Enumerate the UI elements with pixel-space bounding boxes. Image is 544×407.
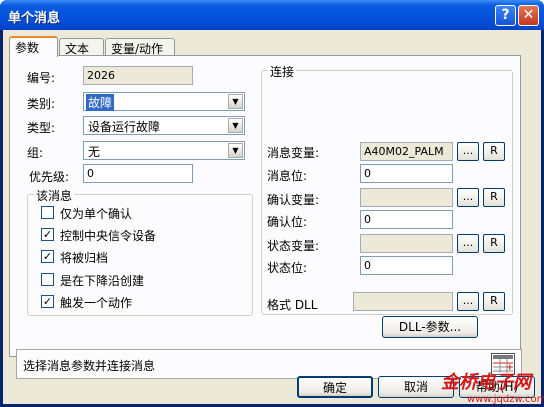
status-bit-field[interactable]: 0 [360,256,453,275]
status-var-label: 状态变量: [267,239,320,253]
status-var-browse-button[interactable]: ... [457,234,479,253]
format-dll-field[interactable] [353,292,453,311]
dialog-window: 单个消息 ? ✕ 参数 文本 变量/动作 编号: 2026 类别: 故障 ▼ 类… [0,0,544,407]
ok-button[interactable]: 确定 [297,376,373,398]
dialog-client: 参数 文本 变量/动作 编号: 2026 类别: 故障 ▼ 类型: 设备运行故障… [3,30,544,405]
class-label: 类别: [27,97,56,111]
archive-checkbox[interactable]: ✓ [41,250,54,263]
chevron-down-icon[interactable]: ▼ [228,94,243,109]
priority-label: 优先级: [29,170,70,184]
group-label: 组: [27,146,44,160]
status-text: 选择消息参数并连接消息 [23,359,156,373]
type-value: 设备运行故障 [88,120,161,134]
status-var-remove-button[interactable]: R [483,234,505,253]
group-select[interactable]: 无 ▼ [83,141,245,160]
format-dll-browse-button[interactable]: ... [457,292,479,311]
tab-parameters[interactable]: 参数 [9,36,58,57]
chevron-down-icon[interactable]: ▼ [228,118,243,133]
msg-bit-field[interactable]: 0 [360,164,453,183]
type-select[interactable]: 设备运行故障 ▼ [83,116,245,135]
close-button[interactable]: ✕ [518,5,539,26]
central-signal-label: 控制中央信令设备 [60,229,157,243]
msg-var-label: 消息变量: [267,146,320,160]
msg-var-browse-button[interactable]: ... [457,142,479,161]
number-field: 2026 [83,66,193,85]
msg-var-field[interactable]: A40M02_PALM [360,142,453,161]
tab-variables-actions[interactable]: 变量/动作 [105,38,175,56]
ack-var-field[interactable] [360,188,453,207]
ack-var-label: 确认变量: [267,193,320,207]
watermark-url: www.jqdzw.com [467,394,544,405]
title-bar[interactable]: 单个消息 ? ✕ [0,0,544,30]
single-ack-checkbox[interactable] [41,206,54,219]
group-value: 无 [88,145,101,159]
ack-var-remove-button[interactable]: R [483,188,505,207]
class-value: 故障 [86,94,115,111]
dll-params-button[interactable]: DLL-参数... [382,316,478,338]
priority-field[interactable]: 0 [83,164,193,183]
tab-text[interactable]: 文本 [59,38,104,56]
message-options-title: 该消息 [34,187,75,204]
ack-bit-label: 确认位: [267,215,308,229]
msg-var-remove-button[interactable]: R [483,142,505,161]
falling-edge-checkbox[interactable] [41,273,54,286]
ack-bit-field[interactable]: 0 [360,210,453,229]
archive-label: 将被归档 [60,251,109,265]
class-select[interactable]: 故障 ▼ [83,92,245,111]
type-label: 类型: [27,121,56,135]
single-ack-label: 仅为单个确认 [60,207,133,221]
central-signal-checkbox[interactable]: ✓ [41,228,54,241]
parameters-panel: 编号: 2026 类别: 故障 ▼ 类型: 设备运行故障 ▼ 组: 无 ▼ 优先… [9,55,522,379]
trigger-action-label: 触发一个动作 [60,296,133,310]
status-var-field[interactable] [360,234,453,253]
format-dll-remove-button[interactable]: R [483,292,505,311]
chevron-down-icon[interactable]: ▼ [228,143,243,158]
msg-bit-label: 消息位: [267,169,308,183]
status-bit-label: 状态位: [267,261,308,275]
falling-edge-label: 是在下降沿创建 [60,274,145,288]
format-dll-label: 格式 DLL [267,298,318,312]
trigger-action-checkbox[interactable]: ✓ [41,295,54,308]
watermark-logo-text: 金桥电子网 [441,372,531,393]
connection-title: 连接 [268,63,297,80]
ack-var-browse-button[interactable]: ... [457,188,479,207]
window-title: 单个消息 [8,11,61,26]
help-title-button[interactable]: ? [495,5,516,26]
number-label: 编号: [27,71,56,85]
